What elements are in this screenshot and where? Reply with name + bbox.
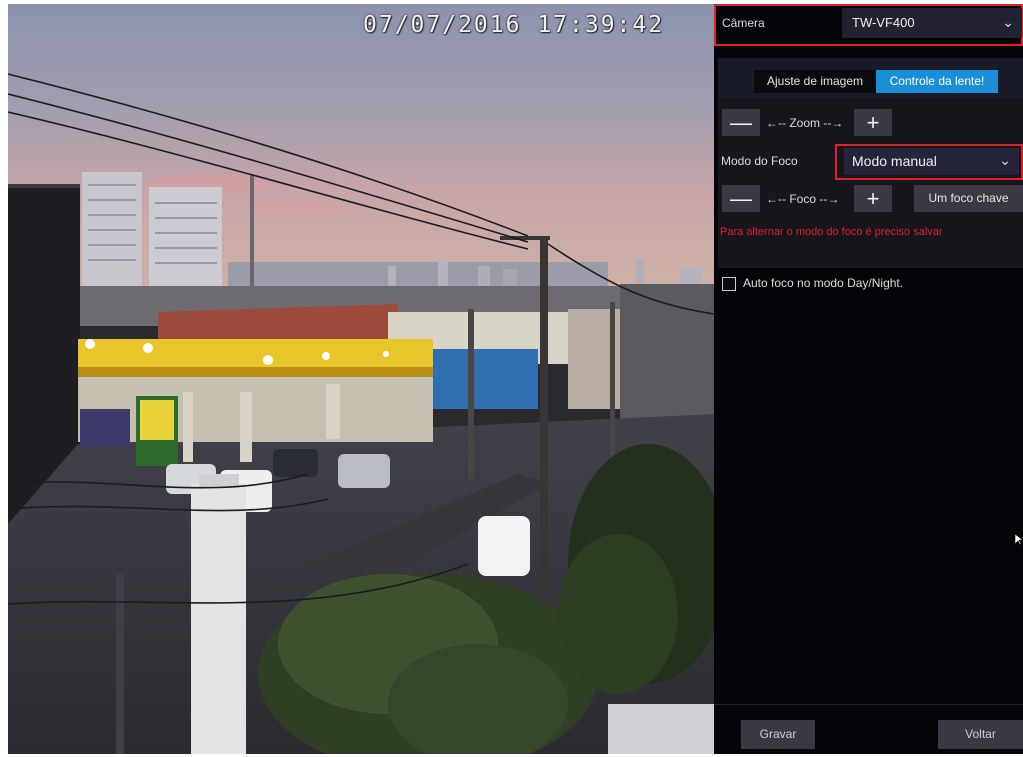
zoom-label-text: Zoom — [789, 116, 821, 130]
lens-control-panel: Câmera TW-VF400 ⌄ Ajuste de imagem Contr… — [714, 4, 1023, 754]
save-button[interactable]: Gravar — [741, 720, 815, 749]
zoom-label: ←-- Zoom --→ — [766, 116, 844, 130]
mouse-cursor-icon — [1015, 534, 1023, 546]
camera-select-value: TW-VF400 — [852, 15, 915, 30]
plus-icon: + — [866, 110, 880, 135]
minus-icon: — — [730, 186, 752, 211]
focus-minus-button[interactable]: — — [722, 185, 760, 212]
focus-mode-select[interactable]: Modo manual ⌄ — [844, 148, 1019, 175]
one-key-focus-button[interactable]: Um foco chave — [914, 185, 1023, 212]
camera-label: Câmera — [722, 16, 765, 30]
tab-image-adjust[interactable]: Ajuste de imagem — [754, 70, 876, 93]
minus-icon: — — [730, 110, 752, 135]
zoom-out-button[interactable]: — — [722, 109, 760, 136]
plus-icon: + — [866, 186, 880, 211]
auto-focus-checkbox[interactable] — [722, 277, 736, 291]
tab-bar: Ajuste de imagem Controle da lente! — [718, 58, 1023, 98]
focus-label: ←-- Foco --→ — [766, 192, 840, 206]
back-button[interactable]: Voltar — [938, 720, 1023, 749]
chevron-down-icon: ⌄ — [1002, 14, 1014, 30]
chevron-down-icon: ⌄ — [999, 152, 1011, 168]
focus-plus-button[interactable]: + — [854, 185, 892, 212]
camera-scene — [8, 4, 714, 754]
auto-focus-label: Auto foco no modo Day/Night. — [743, 276, 904, 290]
focus-mode-warning: Para alternar o modo do foco é preciso s… — [720, 226, 943, 238]
focus-mode-label: Modo do Foco — [721, 154, 798, 168]
focus-mode-value: Modo manual — [852, 153, 937, 169]
tab-lens-control[interactable]: Controle da lente! — [876, 70, 998, 93]
zoom-in-button[interactable]: + — [854, 109, 892, 136]
camera-view: 07/07/2016 17:39:42 — [8, 4, 714, 754]
focus-label-text: Foco — [789, 192, 817, 206]
video-timestamp: 07/07/2016 17:39:42 — [363, 12, 665, 38]
camera-select[interactable]: TW-VF400 ⌄ — [842, 8, 1022, 38]
footer-divider — [714, 704, 1023, 705]
